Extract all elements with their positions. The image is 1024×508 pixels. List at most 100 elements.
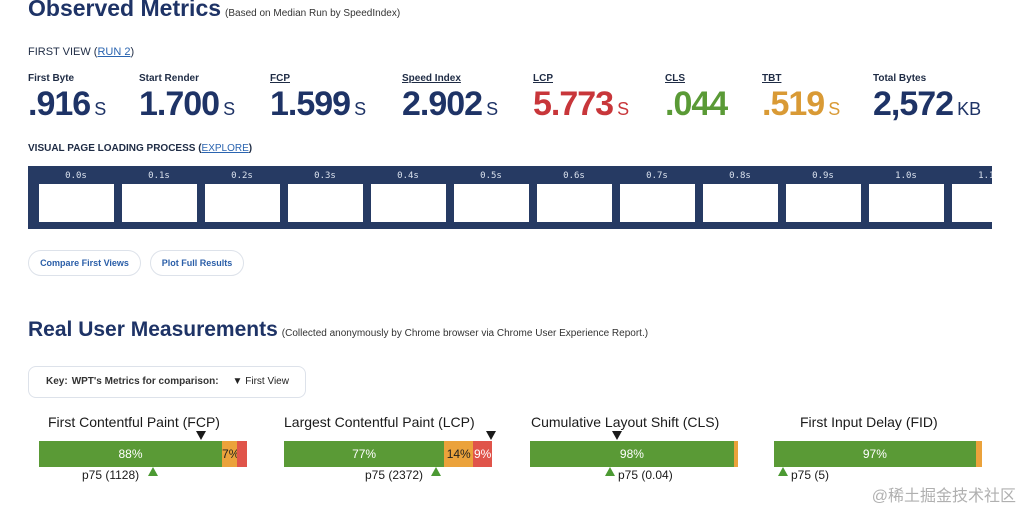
metric-first-byte: First Byte .916 S (28, 73, 106, 127)
metric-value: .044 (665, 85, 728, 123)
bar-needs-improvement (733, 441, 738, 467)
triangle-down-icon: ▼ (232, 376, 243, 387)
bar-needs-improvement: 14% (444, 441, 474, 467)
run-link[interactable]: RUN 2 (97, 46, 130, 58)
metric-start-render: Start Render 1.700 S (139, 73, 235, 127)
rum-subtitle: (Collected anonymously by Chrome browser… (281, 328, 649, 339)
metric-value: 1.700 S (139, 85, 236, 123)
crux-lcp-bar: 77% 14% 9% (284, 441, 492, 467)
crux-cls-p75: p75 (0.04) (618, 468, 673, 482)
frame-time: 0.7s (646, 171, 668, 181)
metric-label[interactable]: LCP (533, 73, 629, 84)
frame-time: 0.4s (397, 171, 419, 181)
bar-good: 77% (284, 441, 445, 467)
frame-time: 0.3s (314, 171, 336, 181)
key-label: Key: (46, 376, 68, 387)
frame-thumbnail (39, 184, 114, 222)
frame-thumbnail (288, 184, 363, 222)
frame-thumbnail (537, 184, 612, 222)
compare-first-views-button[interactable]: Compare First Views (28, 250, 141, 276)
rum-title: Real User Measurements (Collected anonymo… (28, 318, 649, 341)
filmstrip[interactable]: 0.0s 0.1s 0.2s 0.3s 0.4s 0.5s 0.6s 0.7s … (28, 166, 992, 229)
frame-thumbnail (952, 184, 992, 222)
filmstrip-frame[interactable]: 1.1s (949, 166, 992, 229)
metric-label[interactable]: CLS (665, 73, 727, 84)
key-first-view: ▼ First View (232, 376, 289, 387)
key-wpt-label: WPT's Metrics for comparison: (71, 376, 219, 387)
metric-tbt[interactable]: TBT .519 S (762, 73, 840, 127)
crux-cls-bar: 98% (530, 441, 738, 467)
crux-fid-title: First Input Delay (FID) (800, 414, 938, 430)
bar-needs-improvement (975, 441, 982, 467)
triangle-down-icon (612, 431, 622, 440)
frame-time: 0.5s (480, 171, 502, 181)
visual-loading-label: VISUAL PAGE LOADING PROCESS (EXPLORE) (28, 143, 253, 154)
key-legend: Key: WPT's Metrics for comparison: ▼ First… (28, 366, 306, 398)
filmstrip-frame[interactable]: 0.5s (451, 166, 531, 229)
bar-good: 97% (774, 441, 976, 467)
filmstrip-frame[interactable]: 0.6s (534, 166, 614, 229)
filmstrip-frame[interactable]: 0.4s (368, 166, 448, 229)
metric-label[interactable]: FCP (270, 73, 366, 84)
explore-link[interactable]: EXPLORE (202, 143, 249, 154)
metric-value: 2.902 S (402, 85, 499, 123)
metric-total-bytes: Total Bytes 2,572 KB (873, 73, 981, 127)
filmstrip-frame[interactable]: 0.9s (783, 166, 863, 229)
metric-fcp[interactable]: FCP 1.599 S (270, 73, 366, 127)
crux-cls-title: Cumulative Layout Shift (CLS) (531, 414, 720, 430)
metric-value: 1.599 S (270, 85, 367, 123)
metric-lcp[interactable]: LCP 5.773 S (533, 73, 629, 127)
triangle-down-icon (196, 431, 206, 440)
frame-time: 1.1s (978, 171, 992, 181)
metric-speed-index[interactable]: Speed Index 2.902 S (402, 73, 498, 127)
triangle-up-icon (431, 467, 441, 476)
frame-time: 0.9s (812, 171, 834, 181)
metric-label: Total Bytes (873, 73, 927, 84)
frame-thumbnail (786, 184, 861, 222)
frame-time: 0.1s (148, 171, 170, 181)
crux-lcp-p75: p75 (2372) (365, 468, 424, 482)
metric-value: 2,572 KB (873, 85, 982, 123)
frame-time: 1.0s (895, 171, 917, 181)
metric-label: First Byte (28, 73, 75, 84)
metric-value: .916 S (28, 85, 107, 123)
triangle-up-icon (778, 467, 788, 476)
watermark: @稀土掘金技术社区 (871, 488, 1016, 505)
bar-good: 88% (39, 441, 223, 467)
bar-poor: 9% (473, 441, 492, 467)
metric-label[interactable]: Speed Index (402, 73, 498, 84)
frame-thumbnail (703, 184, 778, 222)
metric-label: Start Render (139, 73, 200, 84)
bar-good: 98% (530, 441, 734, 467)
filmstrip-frame[interactable]: 0.3s (285, 166, 365, 229)
filmstrip-frame[interactable]: 0.2s (202, 166, 282, 229)
filmstrip-frame[interactable]: 0.0s (36, 166, 116, 229)
frame-time: 0.6s (563, 171, 585, 181)
filmstrip-frame[interactable]: 0.7s (617, 166, 697, 229)
triangle-up-icon (148, 467, 158, 476)
crux-fcp-title: First Contentful Paint (FCP) (48, 414, 220, 430)
filmstrip-frame[interactable]: 0.1s (119, 166, 199, 229)
observed-metrics-title: Observed Metrics (Based on Median Run by … (28, 0, 401, 21)
frame-time: 0.0s (65, 171, 87, 181)
filmstrip-frame[interactable]: 1.0s (866, 166, 946, 229)
plot-full-results-button[interactable]: Plot Full Results (150, 250, 244, 276)
crux-fcp-p75: p75 (1128) (82, 468, 140, 482)
metric-cls[interactable]: CLS .044 (665, 73, 728, 123)
metric-value: .519 S (762, 85, 841, 123)
frame-time: 0.2s (231, 171, 253, 181)
metric-label[interactable]: TBT (762, 73, 840, 84)
filmstrip-frame[interactable]: 0.8s (700, 166, 780, 229)
observed-metrics-subtitle: (Based on Median Run by SpeedIndex) (225, 8, 401, 19)
bar-needs-improvement: 7% (222, 441, 237, 467)
frame-thumbnail (620, 184, 695, 222)
bar-poor (236, 441, 248, 467)
crux-lcp-title: Largest Contentful Paint (LCP) (284, 414, 475, 430)
frame-thumbnail (371, 184, 446, 222)
frame-thumbnail (869, 184, 944, 222)
crux-fid-bar: 97% (774, 441, 982, 467)
frame-thumbnail (205, 184, 280, 222)
metric-value: 5.773 S (533, 85, 630, 123)
triangle-down-icon (486, 431, 496, 440)
crux-fcp-bar: 88% 7% (39, 441, 248, 467)
